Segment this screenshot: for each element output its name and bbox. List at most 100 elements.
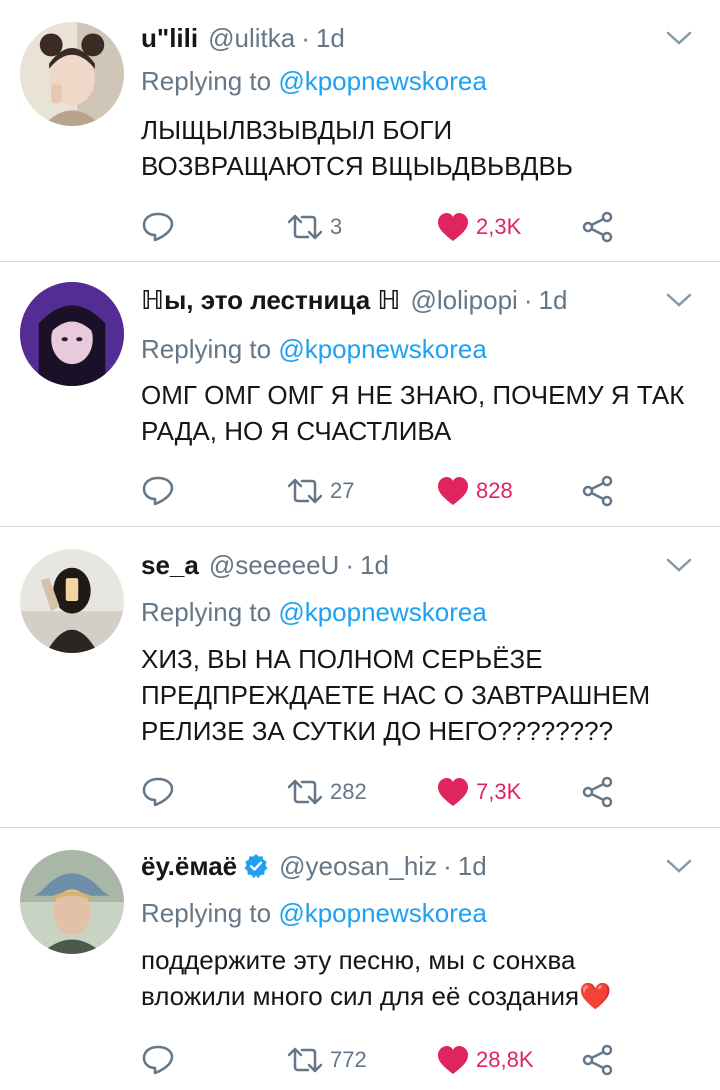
replying-to-label: Replying to [141,66,272,96]
heart-icon [438,477,468,505]
tweet-header: ℍы, это лестница ℍ @lolipopi · 1d [141,284,567,316]
avatar[interactable] [20,549,124,653]
replying-to-label: Replying to [141,597,272,627]
reply-button[interactable] [141,471,175,511]
tweet-header: u"lili @ulitka · 1d [141,22,345,54]
like-count: 828 [476,478,513,503]
separator-dot: · [345,549,354,580]
share-button[interactable] [581,772,615,812]
retweet-icon [287,779,323,805]
chevron-down-icon[interactable] [666,30,692,46]
avatar[interactable] [20,22,124,126]
tweet-text-line: РАДА, НО Я СЧАСТЛИВА [141,416,452,446]
tweet-text: ХИЗ, ВЫ НА ПОЛНОМ СЕРЬЁЗЕ ПРЕДПРЕЖДАЕТЕ … [141,641,701,749]
heart-icon [438,1046,468,1074]
tweet-text-line: ХИЗ, ВЫ НА ПОЛНОМ СЕРЬЁЗЕ [141,644,543,674]
retweet-count: 282 [330,779,367,804]
tweet-text: ЛЫЩЫЛВЗЫВДЫЛ БОГИ ВОЗВРАЩАЮТСЯ ВЩЫЬДВЬВД… [141,112,701,184]
tweet[interactable]: ёу.ёмаё @yeosan_hiz · 1d Replying to @kp… [0,828,720,1090]
avatar[interactable] [20,282,124,386]
share-button[interactable] [581,471,615,511]
replying-to: Replying to @kpopnewskorea [141,66,487,97]
tweet-header: ёу.ёмаё @yeosan_hiz · 1d [141,850,487,882]
mention-link[interactable]: @kpopnewskorea [278,66,487,96]
avatar-image [20,549,124,653]
retweet-count: 3 [330,214,343,239]
retweet-icon [287,214,323,240]
chevron-down-icon[interactable] [666,858,692,874]
display-name[interactable]: u"lili [141,23,198,54]
avatar-image [20,22,124,126]
user-handle[interactable]: @yeosan_hiz [279,851,437,882]
retweet-button[interactable]: 772 [286,1040,367,1080]
share-button[interactable] [581,1040,615,1080]
retweet-button[interactable]: 27 [286,471,354,511]
display-name[interactable]: ℍы, это лестница ℍ [141,285,400,316]
action-bar: 27 828 [141,471,641,511]
share-icon [582,1044,613,1076]
tweet-header: se_a @seeeeeU · 1d [141,549,389,581]
display-name[interactable]: se_a [141,550,199,581]
replying-to-label: Replying to [141,898,272,928]
tweet-text-line: ПРЕДПРЕЖДАЕТЕ НАС О ЗАВТРАШНЕМ [141,680,651,710]
replying-to-label: Replying to [141,334,272,364]
tweet-text-line: РЕЛИЗЕ ЗА СУТКИ ДО НЕГО???????? [141,716,614,746]
share-icon [582,211,613,243]
retweet-button[interactable]: 282 [286,772,367,812]
tweet-text-line: ВОЗВРАЩАЮТСЯ ВЩЫЬДВЬВДВЬ [141,151,573,181]
retweet-icon [287,1047,323,1073]
retweet-icon [287,478,323,504]
tweet-text-line: поддержите эту песню, мы с сонхва [141,945,576,975]
timestamp[interactable]: 1d [360,550,389,581]
tweet[interactable]: u"lili @ulitka · 1d Replying to @kpopnew… [0,0,720,262]
reply-button[interactable] [141,1040,175,1080]
reply-icon [142,212,174,242]
avatar[interactable] [20,850,124,954]
timestamp[interactable]: 1d [458,851,487,882]
tweet-text: поддержите эту песню, мы с сонхва вложил… [141,942,701,1014]
mention-link[interactable]: @kpopnewskorea [278,597,487,627]
timestamp[interactable]: 1d [316,23,345,54]
tweet-text-line: вложили много сил для её создания [141,981,580,1011]
heart-icon [438,213,468,241]
chevron-down-icon[interactable] [666,557,692,573]
mention-link[interactable]: @kpopnewskorea [278,898,487,928]
retweet-count: 772 [330,1047,367,1072]
like-button[interactable]: 7,3K [436,772,521,812]
share-button[interactable] [581,207,615,247]
separator-dot: · [301,22,310,53]
mention-link[interactable]: @kpopnewskorea [278,334,487,364]
avatar-image [20,850,124,954]
share-icon [582,475,613,507]
tweet[interactable]: se_a @seeeeeU · 1d Replying to @kpopnews… [0,527,720,828]
like-count: 28,8K [476,1047,534,1072]
user-handle[interactable]: @ulitka [208,23,295,54]
like-count: 7,3K [476,779,522,804]
user-handle[interactable]: @seeeeeU [209,550,339,581]
separator-dot: · [443,850,452,881]
timestamp[interactable]: 1d [539,285,568,316]
tweet-text-line: ОМГ ОМГ ОМГ Я НЕ ЗНАЮ, ПОЧЕМУ Я ТАК [141,380,685,410]
action-bar: 772 28,8K [141,1040,641,1080]
like-count: 2,3K [476,214,522,239]
like-button[interactable]: 28,8K [436,1040,534,1080]
heart-icon [438,778,468,806]
action-bar: 282 7,3K [141,772,641,812]
reply-icon [142,476,174,506]
like-button[interactable]: 2,3K [436,207,521,247]
like-button[interactable]: 828 [436,471,513,511]
retweet-count: 27 [330,478,355,503]
user-handle[interactable]: @lolipopi [410,285,517,316]
reply-button[interactable] [141,207,175,247]
chevron-down-icon[interactable] [666,292,692,308]
retweet-button[interactable]: 3 [286,207,342,247]
tweet[interactable]: ℍы, это лестница ℍ @lolipopi · 1d Replyi… [0,262,720,527]
tweet-text: ОМГ ОМГ ОМГ Я НЕ ЗНАЮ, ПОЧЕМУ Я ТАК РАДА… [141,377,701,449]
reply-icon [142,777,174,807]
display-name[interactable]: ёу.ёмаё [141,851,237,882]
tweet-text-line: ЛЫЩЫЛВЗЫВДЫЛ БОГИ [141,115,453,145]
tweet-text-line: вложили много сил для её создания❤️ [141,978,701,1014]
avatar-image [20,282,124,386]
heart-emoji: ❤️ [579,981,612,1011]
reply-button[interactable] [141,772,175,812]
